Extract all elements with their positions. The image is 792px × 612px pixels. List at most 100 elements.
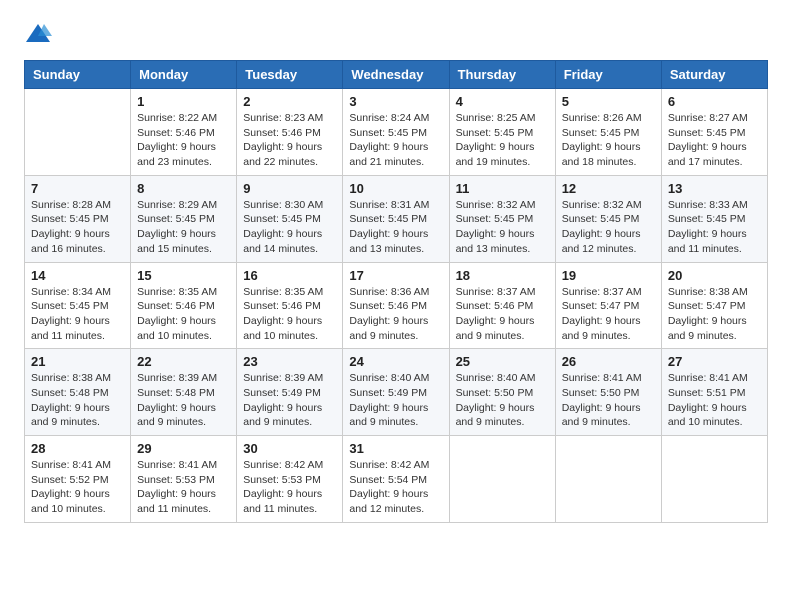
day-info: Sunrise: 8:42 AMSunset: 5:54 PMDaylight:…	[349, 458, 442, 517]
sunrise-label: Sunrise: 8:28 AM	[31, 199, 111, 211]
day-info: Sunrise: 8:29 AMSunset: 5:45 PMDaylight:…	[137, 198, 230, 257]
daylight-label: Daylight: 9 hours and 13 minutes.	[456, 228, 535, 255]
calendar-week-1: 1Sunrise: 8:22 AMSunset: 5:46 PMDaylight…	[25, 89, 768, 176]
calendar-cell: 4Sunrise: 8:25 AMSunset: 5:45 PMDaylight…	[449, 89, 555, 176]
sunset-label: Sunset: 5:46 PM	[243, 300, 321, 312]
calendar-cell: 23Sunrise: 8:39 AMSunset: 5:49 PMDayligh…	[237, 349, 343, 436]
day-info: Sunrise: 8:32 AMSunset: 5:45 PMDaylight:…	[456, 198, 549, 257]
day-number: 29	[137, 441, 230, 456]
sunrise-label: Sunrise: 8:36 AM	[349, 286, 429, 298]
calendar-cell	[25, 89, 131, 176]
calendar-cell	[449, 436, 555, 523]
daylight-label: Daylight: 9 hours and 9 minutes.	[243, 402, 322, 429]
day-info: Sunrise: 8:42 AMSunset: 5:53 PMDaylight:…	[243, 458, 336, 517]
day-number: 4	[456, 94, 549, 109]
sunset-label: Sunset: 5:45 PM	[668, 127, 746, 139]
day-number: 15	[137, 268, 230, 283]
daylight-label: Daylight: 9 hours and 10 minutes.	[243, 315, 322, 342]
sunset-label: Sunset: 5:45 PM	[31, 213, 109, 225]
day-number: 11	[456, 181, 549, 196]
weekday-header-wednesday: Wednesday	[343, 61, 449, 89]
sunset-label: Sunset: 5:50 PM	[562, 387, 640, 399]
sunrise-label: Sunrise: 8:35 AM	[243, 286, 323, 298]
day-info: Sunrise: 8:26 AMSunset: 5:45 PMDaylight:…	[562, 111, 655, 170]
calendar-cell: 28Sunrise: 8:41 AMSunset: 5:52 PMDayligh…	[25, 436, 131, 523]
day-info: Sunrise: 8:41 AM Sunset: 5:50 PM Daylight:…	[562, 371, 655, 430]
sunrise-label: Sunrise: 8:41 AM	[31, 459, 111, 471]
calendar-cell: 1Sunrise: 8:22 AMSunset: 5:46 PMDaylight…	[131, 89, 237, 176]
calendar-cell: 31Sunrise: 8:42 AMSunset: 5:54 PMDayligh…	[343, 436, 449, 523]
sunrise-label: Sunrise: 8:26 AM	[562, 112, 642, 124]
day-info: Sunrise: 8:39 AMSunset: 5:49 PMDaylight:…	[243, 371, 336, 430]
day-info: Sunrise: 8:35 AMSunset: 5:46 PMDaylight:…	[137, 285, 230, 344]
day-number: 26	[562, 354, 655, 369]
day-info: Sunrise: 8:23 AMSunset: 5:46 PMDaylight:…	[243, 111, 336, 170]
weekday-header-monday: Monday	[131, 61, 237, 89]
day-info: Sunrise: 8:35 AM Sunset: 5:46 PM Daylight:…	[243, 285, 336, 344]
weekday-header-saturday: Saturday	[661, 61, 767, 89]
calendar-cell	[661, 436, 767, 523]
calendar-cell: 16 Sunrise: 8:35 AM Sunset: 5:46 PM Dayligh…	[237, 262, 343, 349]
day-info: Sunrise: 8:40 AMSunset: 5:49 PMDaylight:…	[349, 371, 442, 430]
sunset-label: Sunset: 5:49 PM	[243, 387, 321, 399]
day-info: Sunrise: 8:31 AMSunset: 5:45 PMDaylight:…	[349, 198, 442, 257]
day-number: 28	[31, 441, 124, 456]
calendar-cell	[555, 436, 661, 523]
day-number: 16	[243, 268, 336, 283]
day-number: 18	[456, 268, 549, 283]
page-header	[24, 20, 768, 48]
sunset-label: Sunset: 5:53 PM	[243, 474, 321, 486]
calendar-cell: 25Sunrise: 8:40 AMSunset: 5:50 PMDayligh…	[449, 349, 555, 436]
calendar-cell: 17 Sunrise: 8:36 AMSunset: 5:46 PMDayligh…	[343, 262, 449, 349]
calendar-cell: 30 Sunrise: 8:42 AMSunset: 5:53 PMDayligh…	[237, 436, 343, 523]
day-number: 6	[668, 94, 761, 109]
daylight-label: Daylight: 9 hours and 9 minutes.	[562, 315, 641, 342]
day-number: 30	[243, 441, 336, 456]
sunrise-label: Sunrise: 8:41 AM	[562, 372, 642, 384]
sunset-label: Sunset: 5:50 PM	[456, 387, 534, 399]
calendar-cell: 22Sunrise: 8:39 AMSunset: 5:48 PMDayligh…	[131, 349, 237, 436]
weekday-header-friday: Friday	[555, 61, 661, 89]
weekday-header-row: SundayMondayTuesdayWednesdayThursdayFrid…	[25, 61, 768, 89]
sunset-label: Sunset: 5:47 PM	[668, 300, 746, 312]
day-number: 27	[668, 354, 761, 369]
day-info: Sunrise: 8:40 AMSunset: 5:50 PMDaylight:…	[456, 371, 549, 430]
calendar-cell: 3Sunrise: 8:24 AMSunset: 5:45 PMDaylight…	[343, 89, 449, 176]
daylight-label: Daylight: 9 hours and 12 minutes.	[562, 228, 641, 255]
sunset-label: Sunset: 5:45 PM	[349, 213, 427, 225]
sunset-label: Sunset: 5:45 PM	[668, 213, 746, 225]
sunrise-label: Sunrise: 8:37 AM	[562, 286, 642, 298]
daylight-label: Daylight: 9 hours and 11 minutes.	[243, 488, 322, 515]
daylight-label: Daylight: 9 hours and 17 minutes.	[668, 141, 747, 168]
sunset-label: Sunset: 5:46 PM	[137, 127, 215, 139]
day-number: 9	[243, 181, 336, 196]
day-number: 19	[562, 268, 655, 283]
daylight-label: Daylight: 9 hours and 9 minutes.	[668, 315, 747, 342]
sunset-label: Sunset: 5:45 PM	[456, 127, 534, 139]
calendar-cell: 12Sunrise: 8:32 AMSunset: 5:45 PMDayligh…	[555, 175, 661, 262]
day-info: Sunrise: 8:32 AMSunset: 5:45 PMDaylight:…	[562, 198, 655, 257]
sunset-label: Sunset: 5:53 PM	[137, 474, 215, 486]
calendar-cell: 14Sunrise: 8:34 AMSunset: 5:45 PMDayligh…	[25, 262, 131, 349]
day-number: 14	[31, 268, 124, 283]
calendar-cell: 24Sunrise: 8:40 AMSunset: 5:49 PMDayligh…	[343, 349, 449, 436]
day-info: Sunrise: 8:39 AMSunset: 5:48 PMDaylight:…	[137, 371, 230, 430]
day-number: 17	[349, 268, 442, 283]
sunset-label: Sunset: 5:46 PM	[456, 300, 534, 312]
day-info: Sunrise: 8:36 AMSunset: 5:46 PMDaylight:…	[349, 285, 442, 344]
daylight-label: Daylight: 9 hours and 9 minutes.	[562, 402, 641, 429]
sunset-label: Sunset: 5:45 PM	[349, 127, 427, 139]
calendar-cell: 13Sunrise: 8:33 AMSunset: 5:45 PMDayligh…	[661, 175, 767, 262]
calendar-cell: 5Sunrise: 8:26 AMSunset: 5:45 PMDaylight…	[555, 89, 661, 176]
calendar-week-2: 7Sunrise: 8:28 AMSunset: 5:45 PMDaylight…	[25, 175, 768, 262]
sunset-label: Sunset: 5:46 PM	[137, 300, 215, 312]
sunset-label: Sunset: 5:45 PM	[31, 300, 109, 312]
logo	[24, 20, 56, 48]
sunrise-label: Sunrise: 8:40 AM	[456, 372, 536, 384]
sunrise-label: Sunrise: 8:35 AM	[137, 286, 217, 298]
sunrise-label: Sunrise: 8:33 AM	[668, 199, 748, 211]
sunrise-label: Sunrise: 8:34 AM	[31, 286, 111, 298]
calendar-week-5: 28Sunrise: 8:41 AMSunset: 5:52 PMDayligh…	[25, 436, 768, 523]
calendar-cell: 8Sunrise: 8:29 AMSunset: 5:45 PMDaylight…	[131, 175, 237, 262]
day-info: Sunrise: 8:30 AMSunset: 5:45 PMDaylight:…	[243, 198, 336, 257]
